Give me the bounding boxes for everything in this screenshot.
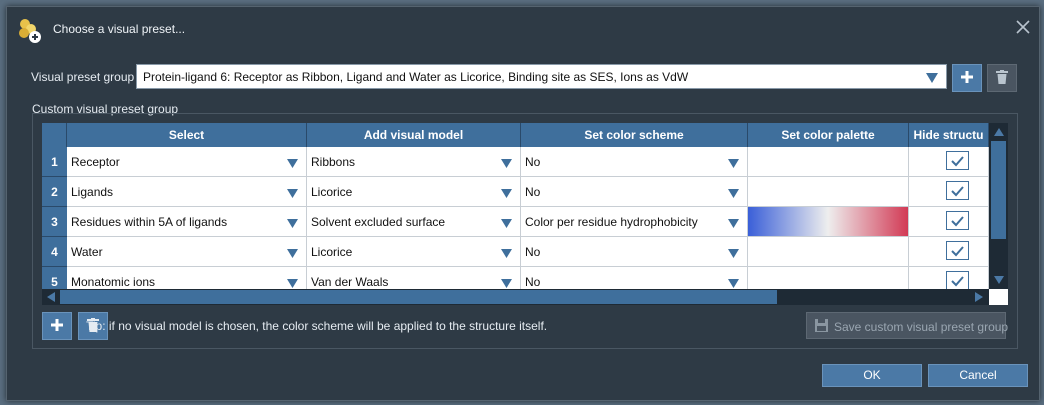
checkmark-icon	[951, 246, 964, 257]
col-header-color-palette: Set color palette	[748, 123, 909, 147]
dialog-title: Choose a visual preset...	[53, 22, 186, 36]
checkmark-icon	[951, 276, 964, 287]
close-icon[interactable]	[1014, 18, 1032, 36]
col-header-visual-model: Add visual model	[307, 123, 521, 147]
vertical-scroll-thumb[interactable]	[991, 141, 1006, 239]
visual-model-cell-value: Solvent excluded surface	[311, 215, 446, 229]
visual-model-cell[interactable]: Licorice	[307, 237, 521, 267]
hide-structure-cell[interactable]	[909, 147, 989, 177]
tip-text: Tip: if no visual model is chosen, the c…	[86, 319, 548, 333]
chevron-down-icon[interactable]	[728, 217, 739, 231]
trash-icon	[996, 69, 1008, 87]
select-cell-value: Ligands	[71, 185, 114, 199]
horizontal-scrollbar[interactable]	[42, 289, 989, 305]
add-row-button[interactable]	[42, 312, 72, 340]
select-cell-value: Receptor	[71, 155, 120, 169]
visual-model-cell[interactable]: Solvent excluded surface	[307, 207, 521, 237]
color-palette-cell[interactable]	[748, 147, 909, 177]
header-corner	[42, 123, 67, 147]
chevron-down-icon[interactable]	[287, 217, 298, 231]
add-preset-group-button[interactable]	[952, 64, 982, 92]
color-scheme-cell[interactable]: No	[521, 237, 748, 267]
chevron-down-icon[interactable]	[501, 247, 512, 261]
chevron-down-icon[interactable]	[287, 247, 298, 261]
chevron-down-icon[interactable]	[728, 187, 739, 201]
save-button-label: Save custom visual preset group	[834, 320, 1009, 334]
visual-preset-group-dropdown[interactable]: Protein-ligand 6: Receptor as Ribbon, Li…	[136, 64, 947, 89]
col-header-color-scheme: Set color scheme	[521, 123, 748, 147]
color-scheme-cell-value: No	[525, 245, 541, 259]
hide-structure-cell[interactable]	[909, 237, 989, 267]
visual-preset-group-value: Protein-ligand 6: Receptor as Ribbon, Li…	[143, 70, 689, 84]
plus-icon	[960, 70, 974, 87]
color-palette-cell[interactable]	[748, 237, 909, 267]
chevron-down-icon[interactable]	[501, 157, 512, 171]
hide-structure-checkbox[interactable]	[946, 181, 969, 200]
visual-model-cell-value: Licorice	[311, 245, 353, 259]
select-cell[interactable]: Ligands	[67, 177, 307, 207]
choose-visual-preset-dialog: Choose a visual preset... Visual preset …	[6, 6, 1040, 401]
select-cell[interactable]: Receptor	[67, 147, 307, 177]
color-scheme-cell-value: No	[525, 275, 541, 289]
color-scheme-cell-value: No	[525, 155, 541, 169]
chevron-down-icon[interactable]	[501, 217, 512, 231]
row-number[interactable]: 1	[42, 147, 67, 177]
row-number[interactable]: 2	[42, 177, 67, 207]
col-header-hide-structure: Hide structu	[909, 123, 989, 147]
vertical-scrollbar[interactable]	[989, 123, 1008, 289]
chevron-down-icon[interactable]	[501, 187, 512, 201]
color-palette-cell[interactable]	[748, 177, 909, 207]
save-icon	[815, 319, 828, 335]
horizontal-scroll-thumb[interactable]	[60, 290, 777, 304]
title-bar: Choose a visual preset...	[7, 7, 1039, 51]
molecule-add-icon	[16, 17, 42, 43]
cancel-button[interactable]: Cancel	[928, 364, 1028, 387]
color-scheme-cell-value: Color per residue hydrophobicity	[525, 215, 698, 229]
color-scheme-cell[interactable]: No	[521, 147, 748, 177]
color-scheme-cell[interactable]: Color per residue hydrophobicity	[521, 207, 748, 237]
visual-model-cell-value: Licorice	[311, 185, 353, 199]
scroll-right-icon[interactable]	[971, 289, 987, 305]
hide-structure-checkbox[interactable]	[946, 151, 969, 170]
checkmark-icon	[951, 186, 964, 197]
ok-button[interactable]: OK	[822, 364, 922, 387]
visual-model-cell[interactable]: Ribbons	[307, 147, 521, 177]
hide-structure-cell[interactable]	[909, 177, 989, 207]
select-cell[interactable]: Residues within 5A of ligands	[67, 207, 307, 237]
scroll-up-icon[interactable]	[991, 124, 1007, 140]
preset-table: Select Add visual model Set color scheme…	[42, 123, 1008, 305]
hide-structure-cell[interactable]	[909, 207, 989, 237]
visual-model-cell-value: Ribbons	[311, 155, 356, 169]
chevron-down-icon[interactable]	[728, 157, 739, 171]
delete-preset-group-button[interactable]	[987, 64, 1017, 92]
save-custom-preset-button[interactable]: Save custom visual preset group	[806, 312, 1009, 339]
scroll-down-icon[interactable]	[991, 272, 1007, 288]
color-palette-gradient[interactable]	[748, 207, 909, 237]
hide-structure-checkbox[interactable]	[946, 241, 969, 260]
hide-structure-checkbox[interactable]	[946, 211, 969, 230]
row-number[interactable]: 3	[42, 207, 67, 237]
color-scheme-cell-value: No	[525, 185, 541, 199]
chevron-down-icon[interactable]	[728, 247, 739, 261]
plus-icon	[50, 318, 64, 335]
select-cell[interactable]: Water	[67, 237, 307, 267]
visual-preset-group-label: Visual preset group	[31, 70, 135, 84]
col-header-select: Select	[67, 123, 307, 147]
row-number[interactable]: 4	[42, 237, 67, 267]
chevron-down-icon	[926, 72, 938, 86]
visual-model-cell[interactable]: Licorice	[307, 177, 521, 207]
select-cell-value: Monatomic ions	[71, 275, 156, 289]
color-scheme-cell[interactable]: No	[521, 177, 748, 207]
checkmark-icon	[951, 156, 964, 167]
select-cell-value: Residues within 5A of ligands	[71, 215, 228, 229]
visual-model-cell-value: Van der Waals	[311, 275, 389, 289]
chevron-down-icon[interactable]	[287, 157, 298, 171]
select-cell-value: Water	[71, 245, 103, 259]
hide-structure-checkbox[interactable]	[946, 271, 969, 290]
scroll-left-icon[interactable]	[43, 289, 59, 305]
chevron-down-icon[interactable]	[287, 187, 298, 201]
checkmark-icon	[951, 216, 964, 227]
